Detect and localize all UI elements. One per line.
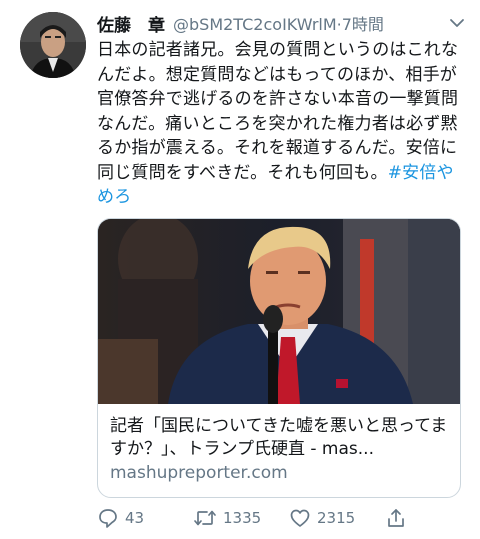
card-domain: mashupreporter.com <box>110 463 288 483</box>
tweet-body: 日本の記者諸兄。会見の質問というのはこれなんだよ。想定質問などはもってのほか、相… <box>97 40 459 183</box>
retweet-button[interactable]: 1335 <box>193 507 261 529</box>
link-card[interactable]: 記者「国民についてきた嘘を悪いと思ってますか？」、トランプ氏硬直 - mas..… <box>97 218 461 498</box>
like-button[interactable]: 2315 <box>289 507 355 529</box>
reply-icon <box>99 509 117 528</box>
share-button[interactable] <box>385 507 407 529</box>
card-image <box>98 219 460 404</box>
reply-count: 43 <box>125 509 145 527</box>
tweet-actions: 43 1335 2315 <box>97 507 470 533</box>
author-handle[interactable]: @bSM2TC2coIKWrlM·7時間 <box>173 11 384 35</box>
avatar[interactable] <box>20 12 86 78</box>
like-count: 2315 <box>317 509 356 527</box>
author-name[interactable]: 佐藤 章 <box>97 11 165 36</box>
tweet-text: 日本の記者諸兄。会見の質問というのはこれなんだよ。想定質問などはもってのほか、相… <box>97 38 469 210</box>
more-options-button[interactable] <box>448 14 466 32</box>
retweet-icon <box>194 510 216 526</box>
share-icon <box>388 509 404 527</box>
tweet-time: ·7時間 <box>336 15 384 34</box>
retweet-count: 1335 <box>223 509 262 527</box>
like-icon <box>290 509 310 527</box>
author-handle-text: @bSM2TC2coIKWrlM <box>173 15 337 34</box>
card-photo <box>98 219 460 404</box>
chevron-down-icon <box>450 19 464 27</box>
card-title: 記者「国民についてきた嘘を悪いと思ってますか？」、トランプ氏硬直 - mas..… <box>110 416 448 459</box>
tweet-header: 佐藤 章 @bSM2TC2coIKWrlM·7時間 <box>97 10 470 36</box>
reply-button[interactable]: 43 <box>97 507 144 529</box>
avatar-image <box>20 12 86 78</box>
